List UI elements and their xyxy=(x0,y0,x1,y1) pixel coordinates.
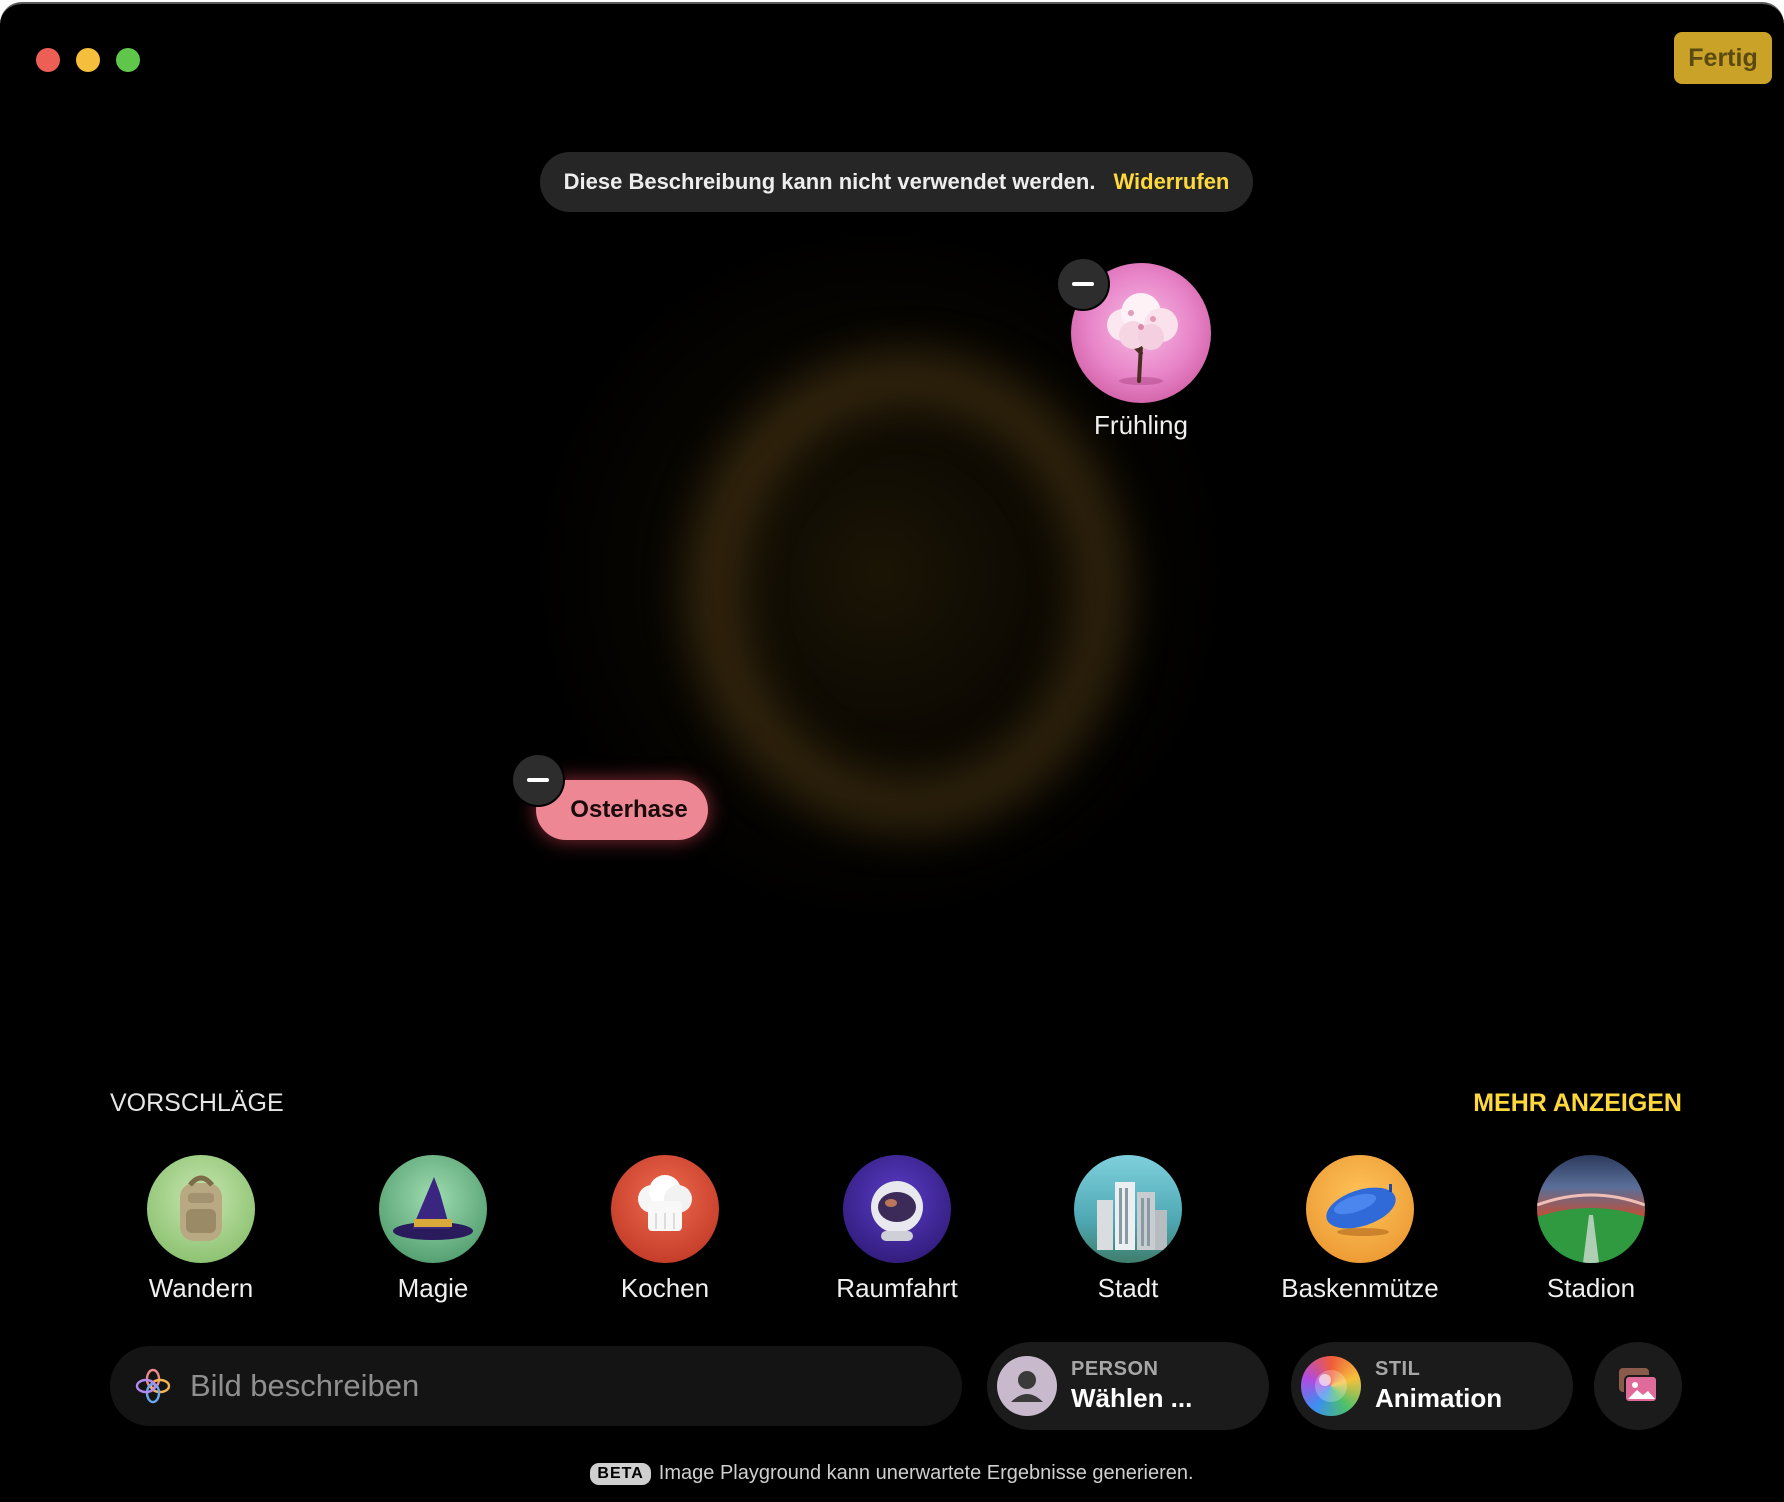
done-button[interactable]: Fertig xyxy=(1674,32,1772,84)
window-controls xyxy=(36,48,140,72)
remove-concept-easter-bunny-button[interactable] xyxy=(513,755,563,805)
prompt-field[interactable] xyxy=(110,1346,962,1426)
undo-link[interactable]: Widerrufen xyxy=(1113,169,1229,195)
suggestion-label: Kochen xyxy=(620,1273,710,1303)
person-caption: PERSON xyxy=(1071,1358,1159,1380)
minus-icon xyxy=(1072,282,1094,286)
prompt-input[interactable] xyxy=(188,1367,932,1405)
person-selector[interactable]: PERSON Wählen ... xyxy=(987,1342,1269,1430)
minus-icon xyxy=(527,778,549,782)
stadium-icon xyxy=(1537,1155,1645,1263)
add-image-button[interactable] xyxy=(1594,1342,1682,1430)
chef-hat-icon xyxy=(611,1155,719,1263)
suggestion-stadium[interactable]: Stadion xyxy=(1511,1155,1671,1304)
suggestion-city[interactable]: Stadt xyxy=(1048,1155,1208,1304)
backpack-icon xyxy=(147,1155,255,1263)
beta-badge: BETA xyxy=(590,1462,651,1485)
concept-label-spring: Frühling xyxy=(1094,410,1188,440)
suggestion-label: Baskenmütze xyxy=(1281,1273,1439,1303)
photo-stack-icon xyxy=(1619,1368,1658,1403)
app-window: Fertig Diese Beschreibung kann nicht ver… xyxy=(0,2,1784,1502)
close-window-button[interactable] xyxy=(36,48,60,72)
suggestion-label: Magie xyxy=(397,1273,469,1303)
suggestion-label: Stadion xyxy=(1546,1273,1636,1303)
fullscreen-window-button[interactable] xyxy=(116,48,140,72)
error-toast: Diese Beschreibung kann nicht verwendet … xyxy=(540,152,1253,212)
astronaut-helmet-icon xyxy=(843,1155,951,1263)
beret-icon xyxy=(1306,1155,1414,1263)
suggestion-space[interactable]: Raumfahrt xyxy=(817,1155,977,1304)
person-value: Wählen ... xyxy=(1071,1383,1193,1413)
show-more-link[interactable]: MEHR ANZEIGEN xyxy=(1473,1089,1682,1118)
style-selector[interactable]: STIL Animation xyxy=(1291,1342,1573,1430)
suggestion-magic[interactable]: Magie xyxy=(353,1155,513,1304)
toast-message: Diese Beschreibung kann nicht verwendet … xyxy=(563,169,1096,194)
suggestion-beret[interactable]: Baskenmütze xyxy=(1280,1155,1440,1304)
suggestion-cooking[interactable]: Kochen xyxy=(585,1155,745,1304)
suggestion-label: Stadt xyxy=(1097,1273,1159,1303)
minimize-window-button[interactable] xyxy=(76,48,100,72)
concept-pill-easter-bunny[interactable]: Osterhase xyxy=(536,780,708,840)
skyscrapers-icon xyxy=(1074,1155,1182,1263)
wizard-hat-icon xyxy=(379,1155,487,1263)
suggestions-title: VORSCHLÄGE xyxy=(110,1089,284,1117)
disclaimer-text: Image Playground kann unerwartete Ergebn… xyxy=(658,1462,1194,1484)
concept-pill-label: Osterhase xyxy=(570,796,688,823)
style-caption: STIL xyxy=(1375,1358,1421,1380)
person-silhouette-icon xyxy=(997,1356,1057,1416)
beta-disclaimer: BETA Image Playground kann unerwartete E… xyxy=(0,1462,1784,1485)
suggestion-label: Raumfahrt xyxy=(836,1273,958,1303)
suggestion-hiking[interactable]: Wandern xyxy=(121,1155,281,1304)
image-playground-icon xyxy=(135,1368,171,1404)
animation-style-icon xyxy=(1301,1356,1361,1416)
remove-concept-spring-button[interactable] xyxy=(1058,259,1108,309)
suggestion-label: Wandern xyxy=(148,1273,254,1303)
style-value: Animation xyxy=(1375,1383,1503,1413)
